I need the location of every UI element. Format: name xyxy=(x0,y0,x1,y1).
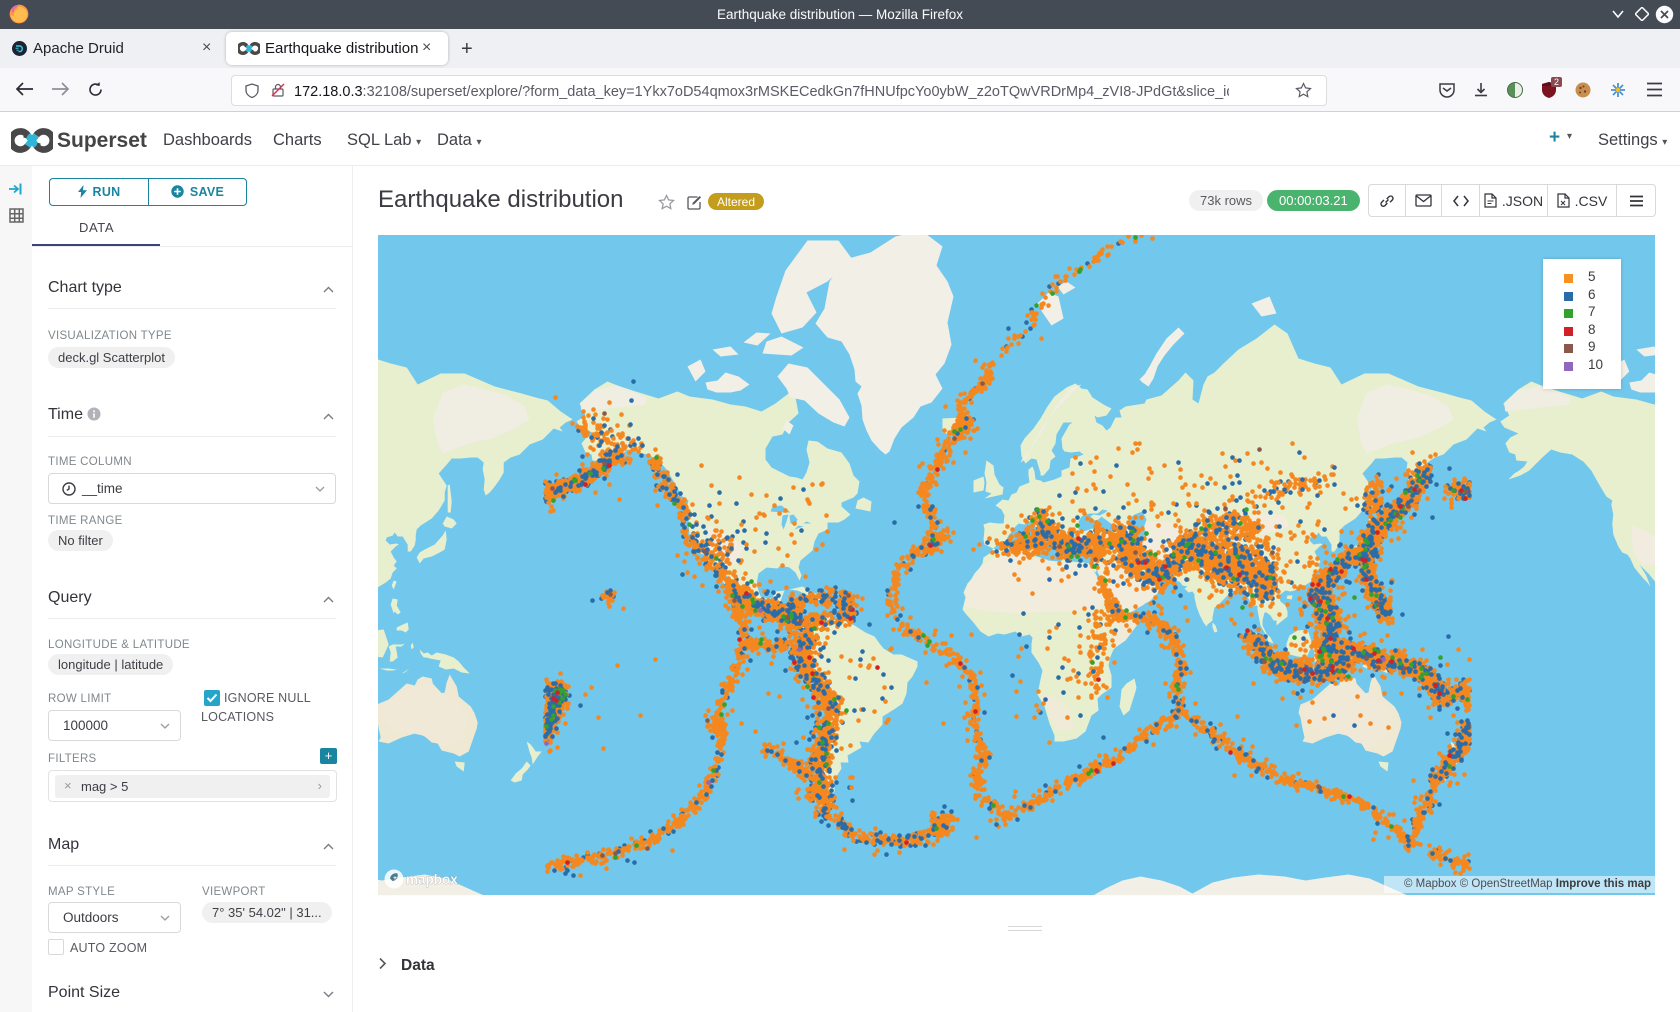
svg-text:mapbox: mapbox xyxy=(406,872,458,887)
